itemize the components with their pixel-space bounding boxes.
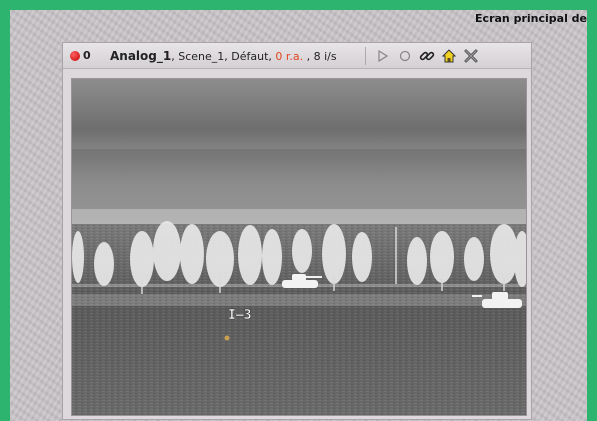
cloud-band [72, 149, 526, 209]
camera-details: , Scene_1, Défaut, [171, 49, 276, 63]
camera-video-feed[interactable]: I—3 [71, 78, 527, 416]
camera-toolbar: 0 Analog_1, Scene_1, Défaut, 0 r.a. , 8 … [63, 43, 531, 69]
toolbar-icons [374, 47, 484, 65]
circle-icon[interactable] [396, 47, 414, 65]
camera-name: Analog_1 [110, 48, 172, 63]
main-screen-title: Ecran principal de [475, 12, 587, 25]
toolbar-separator [364, 46, 366, 65]
camera-fps: , 8 i/s [303, 49, 337, 63]
play-icon[interactable] [374, 47, 392, 65]
record-indicator[interactable]: 0 [70, 49, 106, 62]
camera-status: 0 r.a. [275, 49, 304, 63]
record-count: 0 [83, 49, 91, 62]
link-icon[interactable] [418, 47, 436, 65]
main-screen-frame: Ecran principal de 0 Analog_1, Scene_1, … [10, 10, 587, 421]
camera-panel[interactable]: 0 Analog_1, Scene_1, Défaut, 0 r.a. , 8 … [62, 42, 532, 420]
close-icon[interactable] [462, 47, 480, 65]
target-dot [224, 335, 230, 341]
home-icon[interactable] [440, 47, 458, 65]
target-marker: I—3 [228, 308, 251, 323]
record-dot-icon [70, 50, 80, 61]
camera-info: Analog_1, Scene_1, Défaut, 0 r.a. , 8 i/… [110, 49, 337, 63]
